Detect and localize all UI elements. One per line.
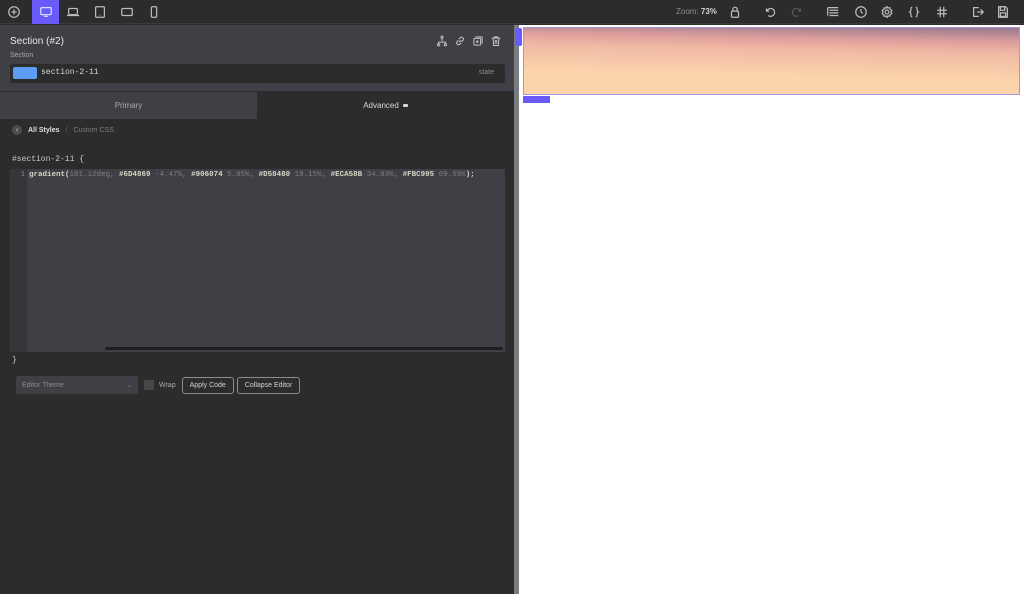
history-button[interactable] (853, 0, 869, 24)
css-selector-field[interactable]: section-2-11 state (10, 64, 505, 83)
breadcrumb-current: Custom CSS (73, 126, 114, 134)
selector-id: section-2-11 (41, 68, 99, 77)
settings-button[interactable] (879, 0, 895, 24)
hierarchy-icon (436, 35, 447, 46)
device-laptop-button[interactable] (62, 0, 84, 24)
editor-theme-placeholder: Editor Theme (22, 381, 64, 389)
section-element[interactable] (523, 27, 1020, 95)
css-selector-close: } (12, 356, 17, 365)
back-button[interactable]: ‹ (12, 125, 22, 135)
line-number: 1 (20, 171, 25, 179)
section-label-tag[interactable] (523, 96, 550, 103)
preview-canvas (515, 25, 1024, 594)
active-indicator-icon (402, 104, 408, 107)
element-type-label: Section (10, 52, 34, 59)
editor-theme-select[interactable]: Editor Theme ⌄ (16, 376, 138, 394)
code-color-stop: #ECA58B (330, 171, 363, 179)
undo-icon (765, 7, 776, 17)
code-stop-position: 34.03%, (362, 171, 403, 179)
save-icon (998, 6, 1008, 18)
zoom-indicator[interactable]: Zoom: 73% (676, 0, 717, 24)
grid-button[interactable] (934, 0, 950, 24)
phone-icon (150, 6, 158, 18)
code-function: gradient( (29, 171, 70, 179)
selector-chip[interactable] (13, 67, 37, 79)
breadcrumb: ‹ All Styles / Custom CSS (12, 125, 114, 135)
save-button[interactable] (995, 0, 1011, 24)
code-button[interactable] (906, 0, 922, 24)
delete-button[interactable] (489, 34, 502, 47)
top-toolbar: Zoom: 73% (0, 0, 1024, 24)
hash-icon (937, 6, 947, 18)
code-angle: 181.12deg, (69, 171, 120, 179)
collapse-editor-button[interactable]: Collapse Editor (236, 376, 301, 394)
plus-circle-icon (8, 6, 20, 18)
device-mobile-button[interactable] (143, 0, 165, 24)
monitor-icon (39, 7, 52, 17)
code-stop-position: 69.69% (434, 171, 466, 179)
code-color-stop: #FBC995 (402, 171, 435, 179)
laptop-icon (66, 7, 80, 17)
code-line[interactable]: gradient(181.12deg, #6D4869 -4.47%, #906… (29, 171, 475, 179)
duplicate-button[interactable] (471, 34, 484, 47)
tablet-icon (95, 6, 105, 18)
structure-tree-button[interactable] (435, 34, 448, 47)
code-end: ); (465, 171, 475, 179)
tab-primary[interactable]: Primary (0, 92, 257, 119)
link-icon (455, 36, 464, 45)
device-desktop-button[interactable] (32, 0, 59, 24)
horizontal-scrollbar[interactable] (105, 347, 503, 350)
tablet-landscape-icon (121, 7, 133, 17)
panel-tabs: Primary Advanced (0, 92, 514, 119)
exit-button[interactable] (970, 0, 986, 24)
apply-code-button[interactable]: Apply Code (181, 376, 234, 394)
zoom-value: 73% (700, 7, 717, 16)
redo-button[interactable] (789, 0, 805, 24)
element-panel: Section (#2) Section section-2-11 state … (0, 25, 514, 594)
structure-button[interactable] (825, 0, 841, 24)
code-stop-position: 19.15%, (290, 171, 331, 179)
element-actions (435, 34, 502, 47)
code-color-stop: #D58480 (258, 171, 291, 179)
breadcrumb-all-styles[interactable]: All Styles (28, 127, 60, 134)
chevron-down-icon: ⌄ (126, 382, 132, 389)
state-dropdown[interactable]: state (479, 69, 494, 76)
undo-button[interactable] (762, 0, 778, 24)
breadcrumb-separator: / (65, 126, 68, 134)
line-gutter: 1 (10, 169, 27, 352)
device-tablet-button[interactable] (89, 0, 111, 24)
wrap-checkbox[interactable] (144, 380, 154, 390)
element-title: Section (#2) (10, 36, 64, 47)
lock-button[interactable] (727, 0, 743, 24)
code-stop-position: 5.05%, (222, 171, 259, 179)
panel-header: Section (#2) Section section-2-11 state (0, 25, 514, 91)
history-icon (855, 6, 867, 18)
code-color-stop: #906074 (191, 171, 223, 179)
settings-icon (881, 5, 893, 19)
tab-advanced[interactable]: Advanced (257, 92, 514, 119)
redo-icon (791, 7, 802, 17)
code-stop-position: -4.47%, (150, 171, 192, 179)
tab-advanced-label: Advanced (363, 101, 399, 110)
link-button[interactable] (453, 34, 466, 47)
braces-icon (908, 6, 920, 18)
wrap-label: Wrap (159, 381, 176, 389)
code-color-stop: #6D4869 (119, 171, 151, 179)
lock-icon (730, 6, 740, 18)
css-selector-open: #section-2-11 { (12, 155, 85, 164)
trash-icon (491, 35, 500, 46)
zoom-label: Zoom: (676, 7, 699, 16)
structure-icon (827, 7, 839, 17)
exit-icon (973, 7, 985, 17)
editor-controls: Editor Theme ⌄ Wrap Apply Code Collapse … (16, 376, 301, 394)
add-element-button[interactable] (3, 0, 25, 24)
device-tablet-landscape-button[interactable] (116, 0, 138, 24)
duplicate-icon (472, 35, 483, 46)
css-code-editor[interactable]: 1 gradient(181.12deg, #6D4869 -4.47%, #9… (10, 169, 505, 352)
tab-primary-label: Primary (114, 101, 143, 110)
section-drag-handle[interactable] (515, 28, 522, 46)
